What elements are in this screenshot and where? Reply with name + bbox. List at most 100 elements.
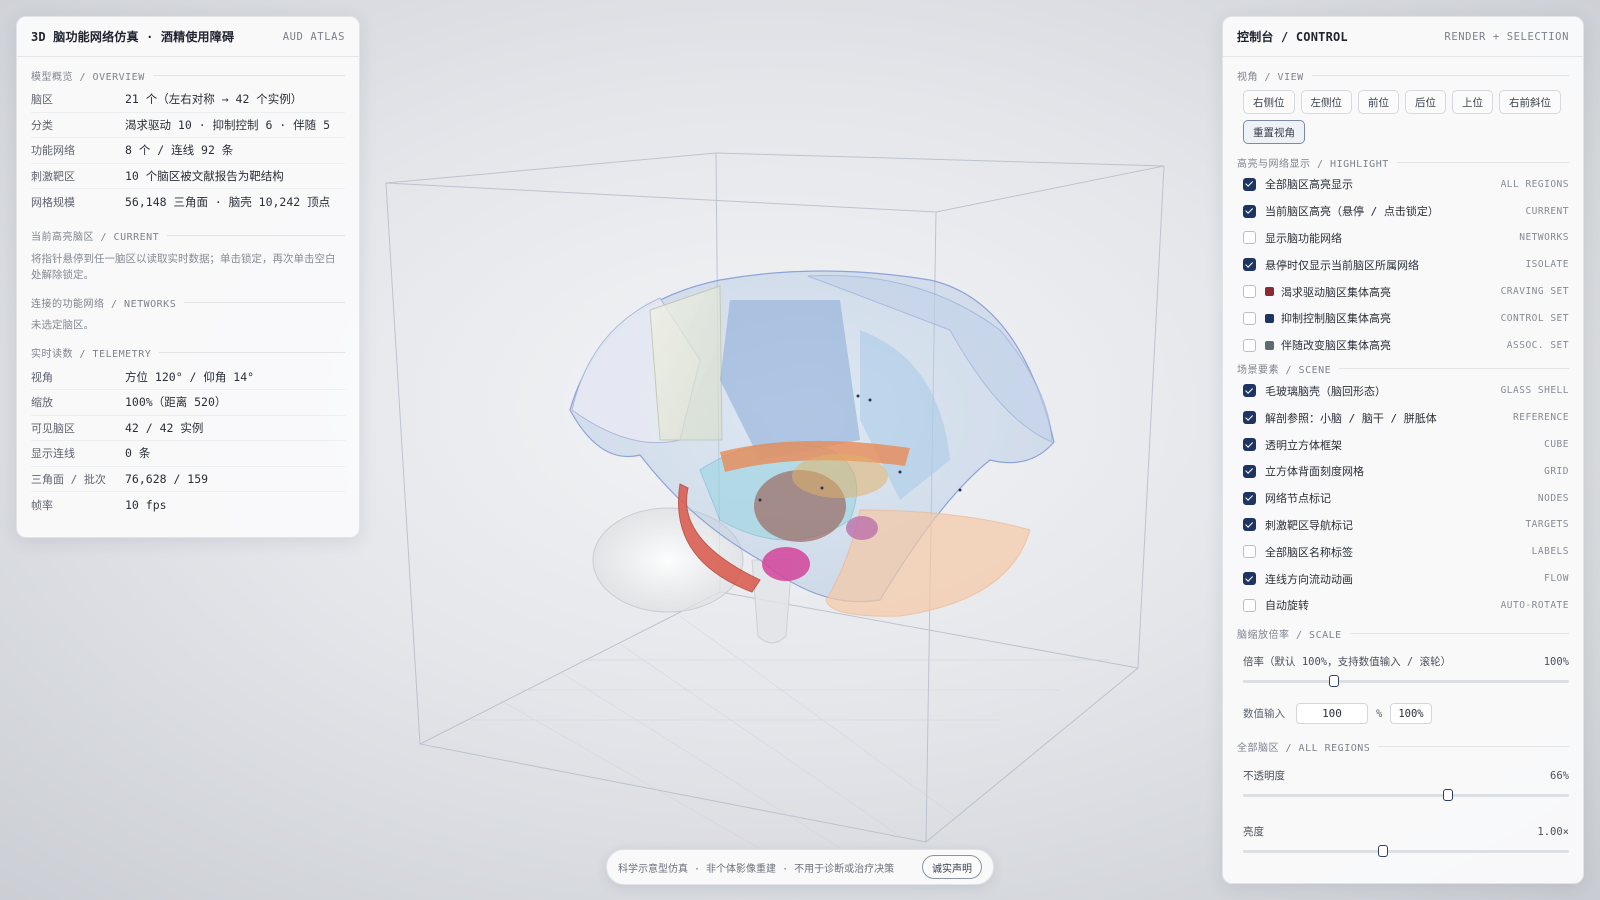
highlight-option-current[interactable]: 当前脑区高亮（悬停 / 点击锁定） CURRENT [1243,198,1569,225]
option-code: REFERENCE [1513,412,1569,424]
checkbox[interactable] [1243,311,1256,325]
checkbox[interactable] [1243,518,1256,532]
scale-heading: 脑缩放倍率 / SCALE [1237,627,1569,641]
option-label: 悬停时仅显示当前脑区所属网络 [1265,258,1419,272]
checkbox[interactable] [1243,285,1256,299]
highlight-option-all-regions[interactable]: 全部脑区高亮显示 ALL REGIONS [1243,171,1569,198]
scale-label: 倍率（默认 100%，支持数值输入 / 滚轮） [1243,656,1452,669]
telemetry-heading: 实时读数 / TELEMETRY [31,346,345,360]
option-label: 显示脑功能网络 [1265,231,1342,245]
scene-option-nodes[interactable]: 网络节点标记 NODES [1243,485,1569,512]
reset-view-button[interactable]: 重置视角 [1243,120,1305,144]
highlight-option-craving-set[interactable]: 渴求驱动脑区集体高亮 CRAVING SET [1243,278,1569,305]
current-note: 将指针悬停到任一脑区以读取实时数据；单击锁定，再次单击空白处解除锁定。 [31,252,336,281]
scale-badge: 100% [1390,703,1432,725]
scene-option-labels[interactable]: 全部脑区名称标签 LABELS [1243,538,1569,565]
honesty-statement-button[interactable]: 诚实声明 [922,855,982,879]
telemetry-row: 可见脑区 42 / 42 实例 [31,416,345,441]
option-code: ISOLATE [1525,259,1569,271]
checkbox[interactable] [1243,177,1256,191]
option-code: ASSOC. SET [1506,339,1569,351]
nucleus-accumbens [846,516,878,540]
scene-options: 毛玻璃脑壳（脑回形态） GLASS SHELL 解剖参照：小脑 / 脑干 / 胼胝体… [1223,378,1583,619]
option-label: 毛玻璃脑壳（脑回形态） [1265,384,1386,398]
option-label: 当前脑区高亮（悬停 / 点击锁定） [1265,205,1439,219]
highlight-option-assoc-set[interactable]: 伴随改变脑区集体高亮 ASSOC. SET [1243,332,1569,359]
checkbox[interactable] [1243,384,1256,398]
option-label: 透明立方体框架 [1265,438,1342,452]
scale-label-row: 倍率（默认 100%，支持数值输入 / 滚轮） 100% [1243,654,1569,670]
scale-slider-handle[interactable] [1329,674,1340,687]
view-superior-button[interactable]: 上位 [1452,90,1493,114]
highlight-option-control-set[interactable]: 抑制控制脑区集体高亮 CONTROL SET [1243,305,1569,332]
scene-heading: 场景要素 / SCENE [1237,362,1569,376]
checkbox[interactable] [1243,438,1256,452]
option-code: NODES [1537,492,1569,504]
checkbox[interactable] [1243,338,1256,352]
scale-value: 100% [1543,655,1569,668]
option-code: NETWORKS [1519,232,1569,244]
brightness-value: 1.00× [1537,825,1569,838]
checkbox[interactable] [1243,204,1256,218]
brightness-slider[interactable] [1243,844,1569,857]
putamen [792,454,888,498]
scale-unit: % [1376,707,1383,720]
checkbox[interactable] [1243,545,1256,559]
overview-row: 网格规模 56,148 三角面 · 脑壳 10,242 顶点 [31,194,331,209]
brightness-label: 亮度 [1243,826,1264,839]
overview-row: 脑区 21 个（左右对称 → 42 个实例） [31,87,345,113]
option-code: AUTO-ROTATE [1500,599,1569,611]
option-label: 伴随改变脑区集体高亮 [1281,339,1391,353]
scene-option-reference[interactable]: 解剖参照：小脑 / 脑干 / 胼胝体 REFERENCE [1243,404,1569,431]
networks-note: 未选定脑区。 [31,318,94,331]
checkbox[interactable] [1243,411,1256,425]
option-code: TARGETS [1525,519,1569,531]
option-code: FLOW [1544,573,1569,585]
grid-lines [470,615,1110,861]
disclaimer-bar: 科学示意型仿真 · 非个体影像重建 · 不用于诊断或治疗决策 诚实声明 [606,849,994,885]
amygdala [762,547,810,581]
checkbox[interactable] [1243,231,1256,245]
scene-option-auto-rotate[interactable]: 自动旋转 AUTO-ROTATE [1243,592,1569,619]
telemetry-row: 缩放 100%（距离 520） [31,390,345,416]
scale-slider[interactable] [1243,674,1569,687]
opacity-slider-handle[interactable] [1443,788,1454,801]
checkbox[interactable] [1243,464,1256,478]
scene-option-glass-shell[interactable]: 毛玻璃脑壳（脑回形态） GLASS SHELL [1243,378,1569,405]
control-title: 控制台 / CONTROL [1237,30,1348,44]
checkbox[interactable] [1243,491,1256,505]
telemetry-row: 显示连线 0 条 [31,441,345,467]
scene-option-cube[interactable]: 透明立方体框架 CUBE [1243,431,1569,458]
control-panel: 控制台 / CONTROL RENDER + SELECTION 视角 / VI… [1222,16,1584,884]
checkbox[interactable] [1243,598,1256,612]
app-title: 3D 脑功能网络仿真 · 酒精使用障碍 [31,30,235,44]
view-buttons: 右侧位 左侧位 前位 后位 上位 右前斜位 重置视角 [1243,90,1569,144]
checkbox[interactable] [1243,258,1256,272]
opacity-slider[interactable] [1243,788,1569,801]
option-code: CRAVING SET [1500,286,1569,298]
option-label: 抑制控制脑区集体高亮 [1281,312,1391,326]
checkbox[interactable] [1243,572,1256,586]
scale-input-label: 数值输入 [1243,708,1285,721]
scene-option-flow[interactable]: 连线方向流动动画 FLOW [1243,565,1569,592]
view-heading: 视角 / VIEW [1237,68,1569,83]
overview-row: 分类 渴求驱动 10 · 抑制控制 6 · 伴随 5 [31,113,345,138]
brightness-slider-handle[interactable] [1378,844,1389,857]
view-anterior-button[interactable]: 前位 [1358,90,1399,114]
option-label: 渴求驱动脑区集体高亮 [1281,285,1391,299]
view-right-button[interactable]: 右侧位 [1243,90,1295,114]
scale-input[interactable] [1296,703,1368,725]
option-code: GRID [1544,465,1569,477]
all-regions-heading: 全部脑区 / ALL REGIONS [1237,740,1569,754]
networks-heading: 连接的功能网络 / NETWORKS [31,296,345,310]
scene-option-targets[interactable]: 刺激靶区导航标记 TARGETS [1243,512,1569,539]
view-posterior-button[interactable]: 后位 [1405,90,1446,114]
view-left-button[interactable]: 左侧位 [1300,90,1352,114]
info-panel-header: 3D 脑功能网络仿真 · 酒精使用障碍 AUD ATLAS [17,17,359,57]
telemetry-row: 三角面 / 批次 76,628 / 159 [31,467,345,492]
scene-option-grid[interactable]: 立方体背面刻度网格 GRID [1243,458,1569,485]
highlight-option-isolate[interactable]: 悬停时仅显示当前脑区所属网络 ISOLATE [1243,251,1569,278]
view-right-oblique-button[interactable]: 右前斜位 [1499,90,1561,114]
highlight-option-networks[interactable]: 显示脑功能网络 NETWORKS [1243,225,1569,252]
color-swatch [1265,313,1274,323]
